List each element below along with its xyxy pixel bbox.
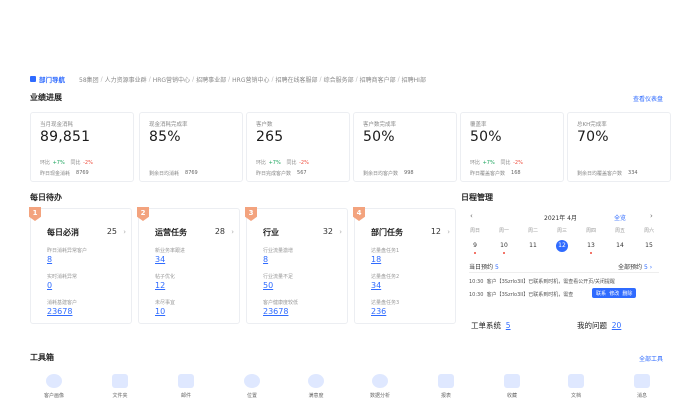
- pie-chart-icon[interactable]: [372, 374, 388, 388]
- daily-title: 每日待办: [30, 193, 62, 202]
- task-card[interactable]: 2 运营任务 28 › 新业务率跟进 34 帖子优化 12 未尽事宜 10: [137, 207, 240, 324]
- metric-card[interactable]: 客户数 265 环比 +7% 同比 -2% 昨日完成客户数 567: [246, 112, 350, 182]
- tool-label: 报表: [440, 393, 451, 399]
- schedule-title: 日程管理: [461, 193, 493, 202]
- metric-card[interactable]: 总KH完成率 70% 剩余日均覆盖客户数 334: [567, 112, 671, 182]
- calendar-day[interactable]: 14: [611, 240, 629, 252]
- tool-label: 位置: [246, 393, 257, 399]
- metric-value: 50%: [470, 129, 502, 145]
- calendar-day[interactable]: 15: [640, 240, 658, 252]
- toolbox-title: 工具箱: [30, 353, 54, 362]
- all-appointments[interactable]: 全部预约 5 ›: [618, 262, 652, 271]
- calendar-day-selected[interactable]: 12: [556, 240, 568, 252]
- task-card[interactable]: 1 每日必消 25 › 昨日消耗异常客户 8 实时消耗异常 0 消耗基建客户 2…: [29, 207, 132, 324]
- crumb-item[interactable]: 招聘事业部: [196, 75, 226, 84]
- crumb-item[interactable]: HRG营销中心: [232, 75, 269, 84]
- tool-label: 收藏: [506, 393, 517, 399]
- nav-icon: [30, 76, 36, 82]
- rank-ribbon: 3: [245, 207, 257, 221]
- metric-value: 50%: [363, 129, 395, 145]
- calendar-day[interactable]: 9: [466, 240, 484, 252]
- report-icon[interactable]: [438, 374, 454, 388]
- tool-label: 文件夹: [112, 393, 128, 399]
- metric-card[interactable]: 当月现金消耗 89,851 环比 +7% 同比 -2% 昨日现金消耗 8769: [30, 112, 134, 182]
- schedule-entry[interactable]: 10:30 客户【3Szrlo3II】已联系到时机，需查: [469, 291, 573, 298]
- rank-ribbon: 1: [29, 207, 41, 221]
- tool-label: 满意度: [308, 393, 324, 399]
- ticket-system[interactable]: 工单系统 5: [471, 320, 511, 331]
- folder-icon[interactable]: [112, 374, 128, 388]
- breadcrumb: 部门导航 58集团 / 人力资源事业群 / HRG营销中心 / 招聘事业部 / HRG营…: [30, 74, 426, 84]
- dashboard-link[interactable]: 查看仪表盘: [633, 94, 663, 103]
- metric-value: 89,851: [40, 129, 91, 145]
- my-questions[interactable]: 我的问题 20: [577, 320, 621, 331]
- metric-card[interactable]: 覆盖率 50% 环比 +7% 同比 -2% 昨日覆盖客户数 168: [460, 112, 564, 182]
- smile-icon[interactable]: [308, 374, 324, 388]
- chevron-right-icon: ›: [447, 228, 450, 236]
- crumb-item[interactable]: 58集团: [79, 75, 99, 84]
- chevron-right-icon: ›: [339, 228, 342, 236]
- task-card[interactable]: 4 部门任务 12 › 达量盘任务1 18 达量盘任务2 34 达量盘任务3 2…: [353, 207, 456, 324]
- delete-button[interactable]: 删除: [622, 290, 632, 297]
- next-month-button[interactable]: ›: [650, 212, 653, 220]
- edit-button[interactable]: 修改: [609, 290, 619, 297]
- calendar-day[interactable]: 13: [582, 240, 600, 252]
- tool-label: 数据分析: [369, 393, 390, 399]
- prev-month-button[interactable]: ‹: [470, 212, 473, 220]
- mail-icon[interactable]: [178, 374, 194, 388]
- calendar-day[interactable]: 11: [524, 240, 542, 252]
- metric-card[interactable]: 现金消耗完成率 85% 剩余日均消耗 8769: [139, 112, 243, 182]
- crumb-item[interactable]: 人力资源事业群: [105, 75, 147, 84]
- rank-ribbon: 2: [137, 207, 149, 221]
- entry-action-bar: 联系 修改 删除: [592, 288, 637, 298]
- all-tools-link[interactable]: 全部工具: [639, 354, 663, 363]
- metric-card[interactable]: 客户数完成率 50% 剩余日均客户数 998: [353, 112, 457, 182]
- metric-value: 85%: [149, 129, 181, 145]
- performance-title: 业绩进展: [30, 93, 62, 102]
- event-dot: [503, 252, 505, 254]
- chevron-right-icon: ›: [123, 228, 126, 236]
- star-icon[interactable]: [504, 374, 520, 388]
- message-icon[interactable]: [634, 374, 650, 388]
- task-card[interactable]: 3 行业 32 › 行业流量激增 8 行业流量不足 50 客户健康度较低 236…: [245, 207, 348, 324]
- crumb-item[interactable]: 招聘商客户部: [360, 75, 396, 84]
- metric-value: 265: [256, 129, 284, 145]
- event-dot: [590, 252, 592, 254]
- crumb-item[interactable]: 招聘HI部: [402, 75, 426, 84]
- month-label: 2021年 4月: [544, 215, 577, 222]
- crumb-item[interactable]: HRG营销中心: [153, 75, 190, 84]
- location-icon[interactable]: [244, 374, 260, 388]
- tool-label: 邮件: [180, 393, 191, 399]
- tool-label: 文档: [570, 393, 581, 399]
- contact-button[interactable]: 联系: [596, 290, 606, 297]
- crumb-item[interactable]: 综合服务部: [324, 75, 354, 84]
- schedule-entry[interactable]: 10:30 客户【3Szrlo3II】已联系到时机，需查看公开页/关闭提醒: [469, 278, 615, 285]
- event-dot: [474, 252, 476, 254]
- chevron-right-icon: ›: [231, 228, 234, 236]
- rank-ribbon: 4: [353, 207, 365, 221]
- overview-link[interactable]: 全览: [614, 213, 626, 222]
- document-icon[interactable]: [568, 374, 584, 388]
- today-appointments[interactable]: 当日预约 5: [469, 262, 499, 271]
- metric-value: 70%: [577, 129, 609, 145]
- calendar-day[interactable]: 10: [495, 240, 513, 252]
- dept-nav[interactable]: 部门导航: [30, 74, 65, 84]
- customer-profile-icon[interactable]: [46, 374, 62, 388]
- divider: [469, 272, 659, 273]
- tool-label: 客户画像: [43, 393, 64, 399]
- crumb-item[interactable]: 招聘在线客服部: [276, 75, 318, 84]
- tool-label: 消息: [636, 393, 647, 399]
